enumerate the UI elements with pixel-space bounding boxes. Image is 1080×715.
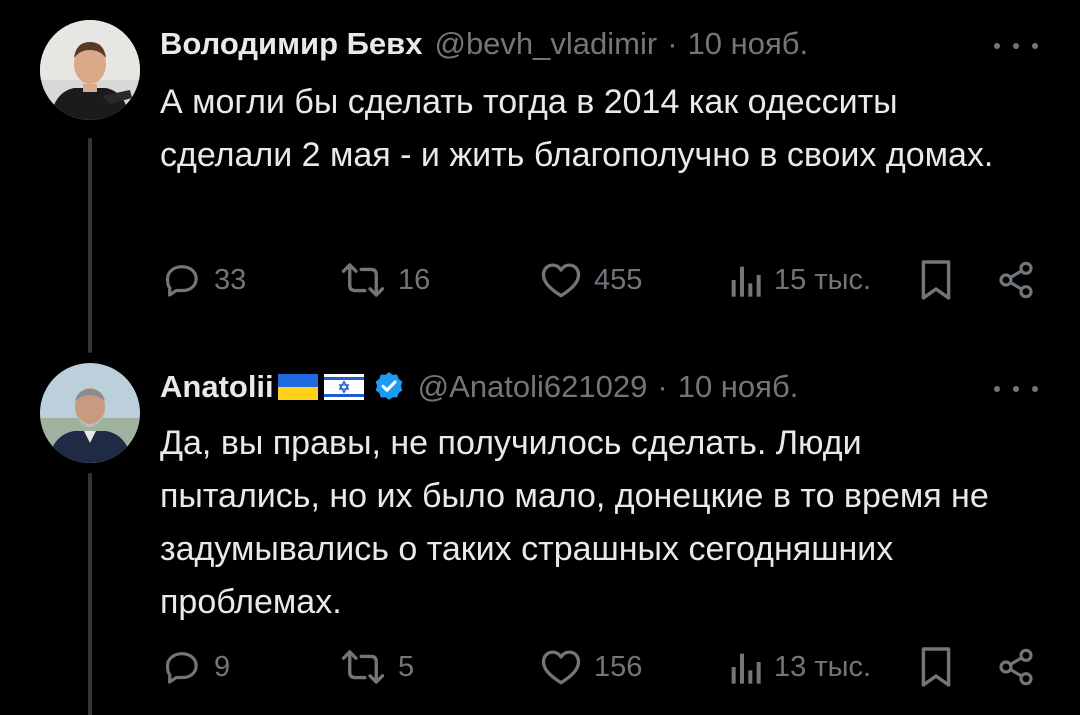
- views-chart-icon: [731, 266, 761, 297]
- thread-connector-line-continued: [88, 473, 92, 715]
- thread-connector-line: [88, 138, 92, 353]
- views-chart-icon: [731, 653, 761, 684]
- avatar-bevh[interactable]: [40, 20, 140, 120]
- tweet-bevh[interactable]: Володимир Бевх @bevh_vladimir · 10 нояб.…: [0, 0, 1080, 355]
- like-button[interactable]: 455: [540, 258, 642, 302]
- reply-button[interactable]: 33: [162, 258, 246, 302]
- repost-count: 16: [398, 263, 431, 296]
- tweet-header: Anatolii @Anatoli621029 · 10 нояб.: [160, 367, 798, 407]
- author-handle[interactable]: @Anatoli621029: [418, 367, 648, 407]
- israel-flag-icon: [323, 374, 364, 400]
- more-horizontal-icon[interactable]: [994, 379, 1038, 399]
- reply-count: 33: [214, 263, 247, 296]
- tweet-header: Володимир Бевх @bevh_vladimir · 10 нояб.: [160, 24, 808, 64]
- views-button[interactable]: 13 тыс.: [728, 645, 871, 689]
- author-name[interactable]: Anatolii: [160, 367, 274, 407]
- reply-thread: Володимир Бевх @bevh_vladimir · 10 нояб.…: [0, 0, 1080, 715]
- tweet-actions: 33 16 455 15 тыс.: [160, 258, 1040, 302]
- tweet-date[interactable]: 10 нояб.: [688, 24, 809, 64]
- tweet-anatolii[interactable]: Anatolii @Anatoli621029 · 10 нояб. Да, в…: [0, 355, 1080, 715]
- bookmark-button[interactable]: [918, 258, 954, 302]
- views-button[interactable]: 15 тыс.: [728, 258, 871, 302]
- ukraine-flag-icon: [277, 374, 318, 400]
- heart-icon: [541, 263, 581, 298]
- repost-count: 5: [398, 650, 415, 683]
- reply-icon: [165, 265, 198, 297]
- tweet-text: А могли бы сделать тогда в 2014 как одес…: [160, 83, 994, 174]
- like-count: 156: [594, 650, 643, 683]
- bookmark-icon: [921, 260, 951, 300]
- repost-button[interactable]: 5: [340, 645, 414, 689]
- views-count: 15 тыс.: [774, 263, 871, 296]
- share-button[interactable]: [996, 645, 1036, 689]
- like-count: 455: [594, 263, 643, 296]
- more-horizontal-icon[interactable]: [994, 36, 1038, 56]
- share-icon: [999, 261, 1033, 299]
- bookmark-icon: [921, 647, 951, 687]
- separator-dot: ·: [667, 26, 678, 61]
- tweet-actions: 9 5 156 13 тыс.: [160, 645, 1040, 689]
- tweet-date[interactable]: 10 нояб.: [678, 367, 799, 407]
- like-button[interactable]: 156: [540, 645, 642, 689]
- avatar-anatolii[interactable]: [40, 363, 140, 463]
- reply-count: 9: [214, 650, 231, 683]
- author-handle[interactable]: @bevh_vladimir: [434, 24, 657, 64]
- repost-icon: [341, 263, 385, 297]
- separator-dot: ·: [657, 369, 668, 404]
- share-icon: [999, 648, 1033, 686]
- tweet-text: Да, вы правы, не получилось сделать. Люд…: [160, 424, 989, 621]
- bookmark-button[interactable]: [918, 645, 954, 689]
- share-button[interactable]: [996, 258, 1036, 302]
- reply-icon: [165, 652, 198, 684]
- author-name[interactable]: Володимир Бевх: [160, 24, 422, 64]
- verified-badge-icon[interactable]: [372, 370, 406, 404]
- heart-icon: [541, 650, 581, 685]
- reply-button[interactable]: 9: [162, 645, 230, 689]
- repost-button[interactable]: 16: [340, 258, 430, 302]
- views-count: 13 тыс.: [774, 650, 871, 683]
- repost-icon: [341, 650, 385, 684]
